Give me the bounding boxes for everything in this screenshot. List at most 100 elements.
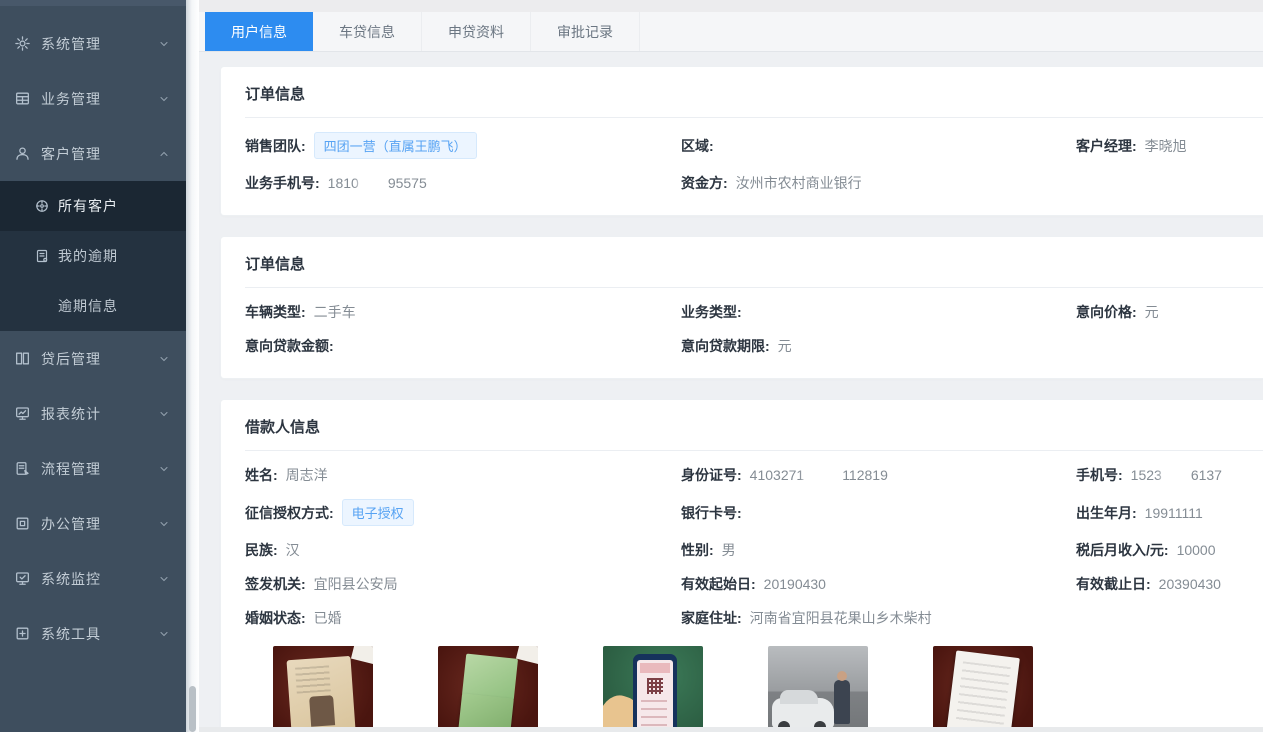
sidebar-item-process-management[interactable]: 流程管理 (0, 441, 186, 496)
field-label: 业务类型: (681, 302, 742, 322)
sidebar-item-system-monitor[interactable]: 系统监控 (0, 551, 186, 606)
field-value: 周志洋 (286, 465, 328, 485)
sidebar-item-label: 系统监控 (41, 569, 101, 589)
card-title: 订单信息 (245, 83, 1263, 104)
field-value: 10000 (1177, 542, 1216, 558)
chevron-down-icon (158, 573, 170, 585)
field-row: 销售团队: 四团一营（直属王鹏飞） 区域: 客户经理: 李晓旭 (245, 132, 1263, 159)
photo-id-card[interactable] (273, 646, 373, 732)
field-label: 资金方: (681, 173, 728, 193)
chevron-down-icon (158, 463, 170, 475)
sidebar-subitem-overdue-info[interactable]: 逾期信息 (0, 281, 186, 331)
chevron-down-icon (158, 408, 170, 420)
field-marital-status: 婚姻状态: 已婚 (245, 608, 681, 628)
field-label: 车辆类型: (245, 302, 306, 322)
chevron-down-icon (158, 518, 170, 530)
tab-approval-records[interactable]: 审批记录 (531, 12, 640, 51)
sidebar-item-label: 报表统计 (41, 404, 101, 424)
card-title: 借款人信息 (245, 416, 1263, 437)
sidebar-subitem-label: 我的逾期 (58, 246, 118, 266)
redaction-patch (360, 175, 387, 190)
sidebar-item-report-statistics[interactable]: 报表统计 (0, 386, 186, 441)
sidebar-item-system-tools[interactable]: 系统工具 (0, 606, 186, 661)
field-row: 民族: 汉 性别: 男 税后月收入/元: 10000 (245, 540, 1263, 560)
field-label: 民族: (245, 540, 278, 560)
report-monitor-icon (14, 405, 31, 422)
sidebar-item-system-management[interactable]: 系统管理 (0, 16, 186, 71)
field-ethnicity: 民族: 汉 (245, 540, 681, 560)
field-value: 宜阳县公安局 (314, 574, 398, 594)
sidebar-item-label: 客户管理 (41, 144, 101, 164)
sales-team-tag[interactable]: 四团一营（直属王鹏飞） (314, 132, 477, 159)
field-value: 20190430 (764, 576, 826, 592)
field-label: 有效截止日: (1076, 574, 1151, 594)
grid-icon (14, 90, 31, 107)
tab-loan-application-materials[interactable]: 申贷资料 (422, 12, 531, 51)
field-intent-price: 意向价格: 元 (1076, 302, 1263, 322)
field-issuing-authority: 签发机关: 宜阳县公安局 (245, 574, 681, 594)
page: 系统管理 业务管理 客户管理 (0, 0, 1263, 732)
field-name: 姓名: 周志洋 (245, 465, 681, 485)
field-business-type: 业务类型: (681, 302, 1076, 322)
field-label: 销售团队: (245, 136, 306, 156)
field-value: 汉 (286, 540, 300, 560)
field-credit-auth-method: 征信授权方式: 电子授权 (245, 499, 681, 526)
field-label: 区域: (681, 136, 714, 156)
sidebar-item-postloan-management[interactable]: 贷后管理 (0, 331, 186, 386)
chevron-down-icon (158, 353, 170, 365)
field-sales-team: 销售团队: 四团一营（直属王鹏飞） (245, 132, 681, 159)
field-value: 元 (1145, 302, 1159, 322)
field-value: 4103271112819 (750, 467, 888, 483)
field-label: 姓名: (245, 465, 278, 485)
redaction-patch (1163, 467, 1190, 482)
tab-content: 订单信息 销售团队: 四团一营（直属王鹏飞） 区域: 客户经理: 李晓旭 (199, 52, 1263, 732)
sidebar-subitem-my-overdue[interactable]: 我的逾期 (0, 231, 186, 281)
tab-user-info[interactable]: 用户信息 (205, 12, 313, 51)
horizontal-scrollbar-track[interactable] (199, 727, 1263, 732)
order-info-card-2: 订单信息 车辆类型: 二手车 业务类型: 意向价格: 元 (220, 236, 1263, 379)
field-value: 元 (778, 336, 792, 356)
chevron-down-icon (158, 628, 170, 640)
photo-person-with-car[interactable] (768, 646, 868, 732)
field-label: 征信授权方式: (245, 503, 334, 523)
photo-document-paper[interactable] (933, 646, 1033, 732)
photo-green-booklet[interactable] (438, 646, 538, 732)
sidebar-item-label: 业务管理 (41, 89, 101, 109)
field-label: 意向贷款金额: (245, 336, 334, 356)
sidebar-scrollbar-track[interactable] (186, 0, 199, 732)
field-label: 业务手机号: (245, 173, 320, 193)
field-label: 手机号: (1076, 465, 1123, 485)
field-home-address: 家庭住址: 河南省宜阳县花果山乡木柴村 (681, 608, 1076, 628)
credit-auth-tag[interactable]: 电子授权 (342, 499, 414, 526)
photo-item: 身份证 (273, 646, 373, 732)
sidebar-subitem-all-customers[interactable]: 所有客户 (0, 181, 186, 231)
sidebar-scrollbar-thumb[interactable] (189, 686, 196, 732)
chevron-up-icon (158, 148, 170, 160)
field-row: 婚姻状态: 已婚 家庭住址: 河南省宜阳县花果山乡木柴村 (245, 608, 1263, 628)
field-label: 家庭住址: (681, 608, 742, 628)
field-value: 已婚 (314, 608, 342, 628)
field-row: 签发机关: 宜阳县公安局 有效起始日: 20190430 有效截止日: 2039… (245, 574, 1263, 594)
tab-car-loan-info[interactable]: 车贷信息 (313, 12, 422, 51)
field-value: 20390430 (1159, 576, 1221, 592)
field-value: 181095575 (328, 175, 427, 191)
sidebar-item-office-management[interactable]: 办公管理 (0, 496, 186, 551)
field-label: 意向价格: (1076, 302, 1137, 322)
field-bank-card: 银行卡号: (681, 503, 1076, 523)
field-value: 河南省宜阳县花果山乡木柴村 (750, 608, 932, 628)
chevron-down-icon (158, 93, 170, 105)
photo-item: 其他材料 (933, 646, 1033, 732)
redaction-patch (805, 467, 841, 482)
field-row: 车辆类型: 二手车 业务类型: 意向价格: 元 (245, 302, 1263, 322)
photo-phone-qr[interactable] (603, 646, 703, 732)
field-label: 婚姻状态: (245, 608, 306, 628)
toolbox-icon (14, 625, 31, 642)
card-title: 订单信息 (245, 253, 1263, 274)
sidebar-item-label: 办公管理 (41, 514, 101, 534)
field-value: 二手车 (314, 302, 356, 322)
field-label: 身份证号: (681, 465, 742, 485)
sidebar-item-customer-management[interactable]: 客户管理 (0, 126, 186, 181)
customer-management-submenu: 所有客户 我的逾期 逾期信息 (0, 181, 186, 331)
divider (245, 450, 1263, 451)
sidebar-item-business-management[interactable]: 业务管理 (0, 71, 186, 126)
